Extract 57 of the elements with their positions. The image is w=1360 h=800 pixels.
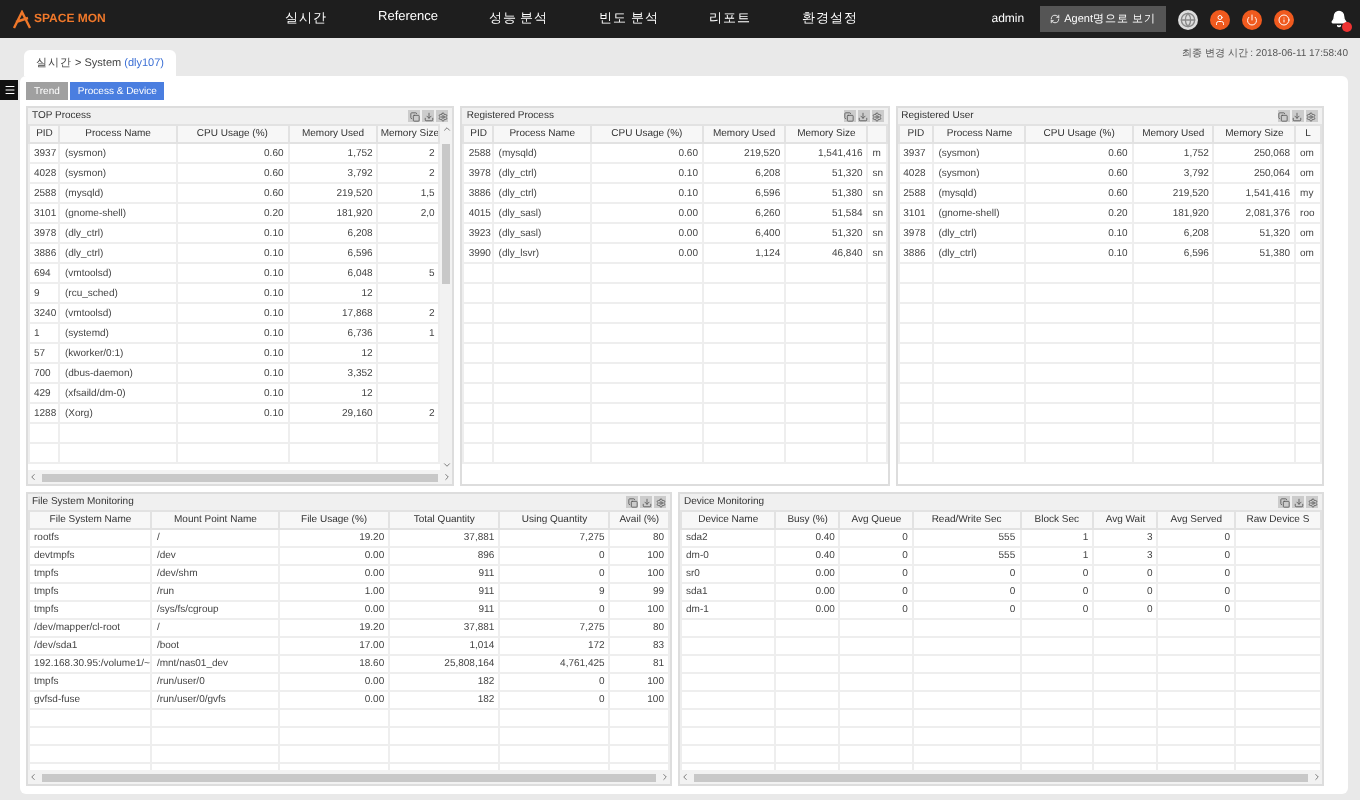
vertical-scrollbar[interactable] <box>440 124 453 470</box>
download-icon <box>423 111 434 121</box>
settings-button[interactable] <box>654 496 666 508</box>
download-button[interactable] <box>1292 496 1304 508</box>
settings-button[interactable] <box>1306 496 1318 508</box>
scroll-down-icon[interactable] <box>441 460 452 470</box>
copy-icon <box>844 111 855 121</box>
menu-icon <box>3 84 15 96</box>
logo-icon <box>12 9 32 29</box>
download-button[interactable] <box>422 110 435 122</box>
info-icon <box>1278 13 1290 25</box>
bell-icon <box>1330 10 1348 28</box>
scroll-right-icon[interactable] <box>660 772 670 782</box>
settings-icon <box>1307 497 1317 507</box>
settings-button[interactable] <box>1305 110 1318 122</box>
notification-badge <box>1342 22 1352 32</box>
settings-icon <box>437 111 448 121</box>
copy-icon <box>1279 497 1289 507</box>
download-icon <box>641 497 651 507</box>
settings-icon <box>655 497 665 507</box>
power-icon <box>1246 13 1258 25</box>
copy-button[interactable] <box>1277 110 1290 122</box>
refresh-icon <box>1050 14 1061 24</box>
copy-button[interactable] <box>843 110 856 122</box>
copy-icon <box>409 111 420 121</box>
globe-icon <box>1180 11 1196 27</box>
scroll-left-icon[interactable] <box>680 772 690 782</box>
info-button[interactable] <box>1274 9 1294 29</box>
scroll-left-icon[interactable] <box>28 772 38 782</box>
power-button[interactable] <box>1242 9 1262 29</box>
copy-button[interactable] <box>1278 496 1290 508</box>
settings-icon <box>1306 111 1317 121</box>
settings-button[interactable] <box>871 110 884 122</box>
settings-button[interactable] <box>436 110 449 122</box>
user-icon <box>1214 13 1226 25</box>
scroll-right-icon[interactable] <box>1312 772 1322 782</box>
copy-button[interactable] <box>408 110 421 122</box>
copy-button[interactable] <box>626 496 638 508</box>
notification-button[interactable] <box>1330 10 1348 28</box>
download-icon <box>858 111 869 121</box>
scroll-right-icon[interactable] <box>442 472 453 482</box>
download-button[interactable] <box>1291 110 1304 122</box>
user-button[interactable] <box>1210 9 1230 29</box>
scroll-up-icon[interactable] <box>441 124 452 134</box>
download-icon <box>1293 497 1303 507</box>
horizontal-scrollbar[interactable] <box>680 770 1322 784</box>
scroll-left-icon[interactable] <box>28 472 38 482</box>
menu-toggle-button[interactable] <box>0 80 18 100</box>
settings-icon <box>872 111 883 121</box>
copy-icon <box>1278 111 1289 121</box>
horizontal-scrollbar[interactable] <box>28 470 453 484</box>
globe-button[interactable] <box>1178 9 1198 29</box>
download-button[interactable] <box>640 496 652 508</box>
download-icon <box>1292 111 1303 121</box>
copy-icon <box>627 497 637 507</box>
horizontal-scrollbar[interactable] <box>28 770 670 784</box>
download-button[interactable] <box>857 110 870 122</box>
